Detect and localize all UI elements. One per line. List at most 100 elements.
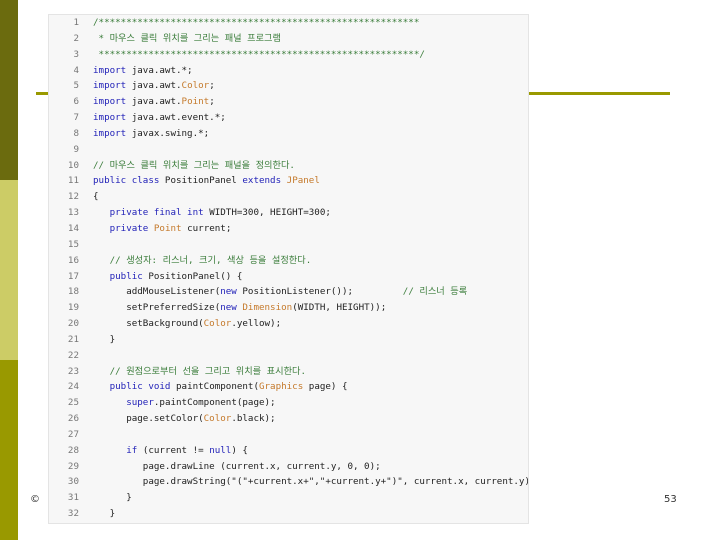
code-token: .black); — [231, 413, 276, 425]
code-line: 30 page.drawString("("+current.x+","+cur… — [49, 474, 528, 490]
code-token: (current != — [137, 444, 210, 456]
line-number: 4 — [73, 64, 79, 76]
code-text: { — [93, 189, 99, 205]
line-number: 20 — [67, 318, 79, 330]
code-line: 19 setPreferredSize(new Dimension(WIDTH,… — [49, 300, 528, 316]
code-text: public void paintComponent(Graphics page… — [93, 379, 348, 395]
code-token: new — [220, 302, 237, 314]
code-token: extends — [242, 175, 282, 187]
code-token: PositionListener()); — [236, 286, 403, 298]
code-text: } — [93, 332, 116, 348]
code-text: public class PositionPanel extends JPane… — [93, 173, 320, 189]
code-text: page.setColor(Color.black); — [93, 411, 276, 427]
line-number: 32 — [67, 508, 79, 520]
line-number: 11 — [67, 175, 79, 187]
code-token: private final int — [109, 207, 204, 219]
code-line: 32 } — [49, 506, 528, 522]
code-line: 12 { — [49, 189, 528, 205]
code-token: import — [93, 112, 127, 124]
line-number: 18 — [67, 286, 79, 298]
line-number: 7 — [73, 112, 79, 124]
code-text: if (current != null) { — [93, 443, 248, 459]
line-number: 1 — [73, 17, 79, 28]
code-token: import — [93, 64, 127, 76]
line-number: 16 — [67, 254, 79, 266]
code-line: 6 import java.awt.Point; — [49, 94, 528, 110]
line-number: 14 — [67, 222, 79, 234]
code-token: public void — [109, 381, 171, 393]
code-token: java.awt. — [126, 80, 182, 92]
code-line: 8 import javax.swing.*; — [49, 126, 528, 142]
code-token: addMouseListener( — [93, 286, 221, 298]
line-number: 26 — [67, 413, 79, 425]
code-listing: 1 /**************************************… — [48, 14, 529, 524]
line-number: 2 — [73, 32, 79, 44]
code-line: 22 — [49, 348, 528, 364]
code-token: PositionPanel — [159, 175, 243, 187]
code-text: import java.awt.Point; — [93, 94, 215, 110]
code-token: JPanel — [286, 175, 320, 187]
line-number: 27 — [67, 428, 79, 440]
code-token: /***************************************… — [93, 17, 420, 28]
footer-copyright: © — [30, 494, 40, 505]
code-line: 27 — [49, 427, 528, 443]
line-number: 10 — [67, 159, 79, 171]
code-text: // 생성자: 리스너, 크기, 색상 등을 설정한다. — [93, 253, 312, 269]
code-line: 11 public class PositionPanel extends JPa… — [49, 173, 528, 189]
code-line: 13 private final int WIDTH=300, HEIGHT=3… — [49, 205, 528, 221]
code-token: page) { — [303, 381, 348, 393]
line-number: 30 — [67, 476, 79, 488]
title-rule-right — [528, 92, 670, 95]
code-line: 1 /**************************************… — [49, 15, 528, 31]
code-line: 28 if (current != null) { — [49, 443, 528, 459]
line-number: 6 — [73, 96, 79, 108]
line-number: 17 — [67, 270, 79, 282]
code-line: 26 page.setColor(Color.black); — [49, 411, 528, 427]
code-token: java.awt.*; — [126, 64, 193, 76]
code-token: Dimension — [242, 302, 293, 314]
code-text: private final int WIDTH=300, HEIGHT=300; — [93, 205, 331, 221]
code-token: WIDTH=300, HEIGHT=300; — [203, 207, 331, 219]
code-token: // 생성자: 리스너, 크기, 색상 등을 설정한다. — [109, 254, 312, 266]
code-token: .paintComponent(page); — [153, 397, 276, 409]
code-line: 9 — [49, 142, 528, 158]
code-text: import javax.swing.*; — [93, 126, 209, 142]
code-token: setBackground( — [93, 318, 204, 330]
code-text: /***************************************… — [93, 15, 419, 31]
code-text: setBackground(Color.yellow); — [93, 316, 281, 332]
slide-accent-bar-middle — [0, 180, 18, 360]
code-text: import java.awt.event.*; — [93, 110, 226, 126]
line-number: 15 — [67, 238, 79, 250]
code-token: Color — [203, 413, 232, 425]
code-token: page.drawLine (current.x, current.y, 0, … — [93, 460, 381, 472]
code-text: ****************************************… — [93, 47, 425, 63]
code-token: java.awt.event.*; — [126, 112, 226, 124]
code-token: // 원점으로부터 선을 그리고 위치를 표시한다. — [109, 365, 307, 377]
code-token: } — [93, 333, 116, 345]
page-number: 53 — [664, 494, 677, 505]
code-token: page.setColor( — [93, 413, 204, 425]
code-token: paintComponent( — [170, 381, 259, 393]
code-token: .yellow); — [231, 318, 282, 330]
code-token: new — [220, 286, 237, 298]
line-number: 31 — [67, 492, 79, 504]
code-line: 20 setBackground(Color.yellow); — [49, 316, 528, 332]
code-token: Color — [203, 318, 232, 330]
code-token: page.drawString("("+current.x+","+curren… — [93, 476, 529, 488]
code-token: java.awt. — [126, 96, 182, 108]
code-line: 7 import java.awt.event.*; — [49, 110, 528, 126]
code-text: page.drawString("("+current.x+","+curren… — [93, 474, 529, 490]
code-token: null — [209, 444, 232, 456]
code-line: 3 **************************************… — [49, 47, 528, 63]
code-text: setPreferredSize(new Dimension(WIDTH, HE… — [93, 300, 386, 316]
line-number: 8 — [73, 127, 79, 139]
code-line: 18 addMouseListener(new PositionListener… — [49, 284, 528, 300]
code-token: javax.swing.*; — [126, 127, 210, 139]
slide-accent-bar-bottom — [0, 360, 18, 540]
code-line: 16 // 생성자: 리스너, 크기, 색상 등을 설정한다. — [49, 253, 528, 269]
code-token: private — [109, 222, 149, 234]
